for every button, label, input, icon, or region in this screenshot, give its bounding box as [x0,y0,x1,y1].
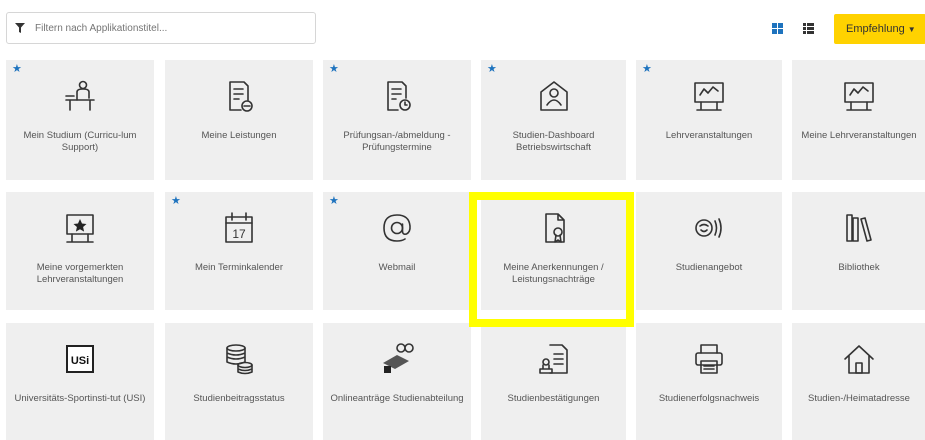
study-offer-icon [691,210,727,246]
app-tile[interactable]: Meine Leistungen [165,60,313,180]
favorite-star-icon[interactable]: ★ [171,196,181,207]
app-tile[interactable]: Studienbeitragsstatus [165,323,313,440]
app-tile-label: Webmail [378,262,416,273]
app-tile-label: Studienerfolgsnachweis [658,393,760,404]
grid-view-icon[interactable] [769,20,785,36]
app-tile-label: Studienangebot [675,262,743,273]
favorite-star-icon[interactable]: ★ [487,64,497,75]
app-tile[interactable]: ★ Studien-Dashboard Betriebswirtschaft [481,60,626,180]
student-desk-icon [62,78,98,114]
recommendation-label: Empfehlung [846,23,905,35]
app-tile[interactable]: ★ Lehrveranstaltungen [636,60,782,180]
app-tile[interactable]: Studienangebot [636,192,782,310]
svg-text:17: 17 [232,227,246,241]
app-tile[interactable]: USi Universitäts-Sportinsti-tut (USI) [6,323,154,440]
app-tile-label: Prüfungsan-/abmeldung - Prüfungstermine [343,130,451,153]
app-tile-label: Mein Studium (Curricu-lum Support) [23,130,137,153]
bookmarked-courses-icon [62,210,98,246]
coins-stack-icon [221,341,257,377]
calendar-icon: 17 [221,210,257,246]
app-tile[interactable]: ★ Prüfungsan-/abmeldung - Prüfungstermine [323,60,471,180]
app-tile[interactable]: ★ Webmail [323,192,471,310]
app-tile-label: Onlineanträge Studienabteilung [330,393,464,404]
app-tile-label: Meine vorgemerkten Lehrveranstaltungen [36,262,124,285]
app-tile[interactable]: Meine Lehrveranstaltungen [792,60,925,180]
recommendation-dropdown[interactable]: Empfehlung ▼ [834,14,925,44]
confirmation-stamp-icon [536,341,572,377]
at-sign-icon [379,210,415,246]
caret-down-icon: ▼ [907,24,916,34]
app-tile[interactable]: Meine vorgemerkten Lehrveranstaltungen [6,192,154,310]
app-tile[interactable]: Bibliothek [792,192,925,310]
filter-input[interactable] [33,21,307,35]
app-tile-label: Universitäts-Sportinsti-tut (USI) [14,393,146,404]
app-tile-label: Meine Lehrveranstaltungen [801,130,917,141]
filter-icon [7,13,33,43]
app-tile-label: Mein Terminkalender [194,262,283,273]
home-icon [841,341,877,377]
app-tile[interactable]: Studienbestätigungen [481,323,626,440]
library-books-icon [841,210,877,246]
favorite-star-icon[interactable]: ★ [329,196,339,207]
app-tile[interactable]: Onlineanträge Studienabteilung [323,323,471,440]
app-tile-label: Bibliothek [838,262,880,273]
svg-text:USi: USi [71,355,89,367]
app-tile-label: Studienbeitragsstatus [193,393,285,404]
app-tile[interactable]: ★ Mein Studium (Curricu-lum Support) [6,60,154,180]
printer-icon [691,341,727,377]
favorite-star-icon[interactable]: ★ [12,64,22,75]
app-tile[interactable]: Meine Anerkennungen / Leistungsnachträge [481,192,626,310]
app-tile-label: Studien-/Heimatadresse [808,393,910,404]
app-tile[interactable]: Studienerfolgsnachweis [636,323,782,440]
online-applications-icon [379,341,415,377]
favorite-star-icon[interactable]: ★ [329,64,339,75]
app-tile-label: Meine Anerkennungen / Leistungsnachträge [503,262,604,285]
list-view-icon[interactable] [800,20,816,36]
app-tile-label: Studienbestätigungen [507,393,600,404]
certificate-document-icon [536,210,572,246]
app-tile-label: Lehrveranstaltungen [665,130,753,141]
filter-box[interactable] [6,12,316,44]
dashboard-person-icon [536,78,572,114]
courses-board-icon [691,78,727,114]
usi-logo-icon: USi [62,341,98,377]
exam-registration-icon [379,78,415,114]
app-tile-label: Meine Leistungen [201,130,277,141]
my-courses-board-icon [841,78,877,114]
app-tile[interactable]: Studien-/Heimatadresse [792,323,925,440]
grades-list-icon [221,78,257,114]
app-tile[interactable]: ★ 17 Mein Terminkalender [165,192,313,310]
app-tile-label: Studien-Dashboard Betriebswirtschaft [512,130,595,153]
favorite-star-icon[interactable]: ★ [642,64,652,75]
